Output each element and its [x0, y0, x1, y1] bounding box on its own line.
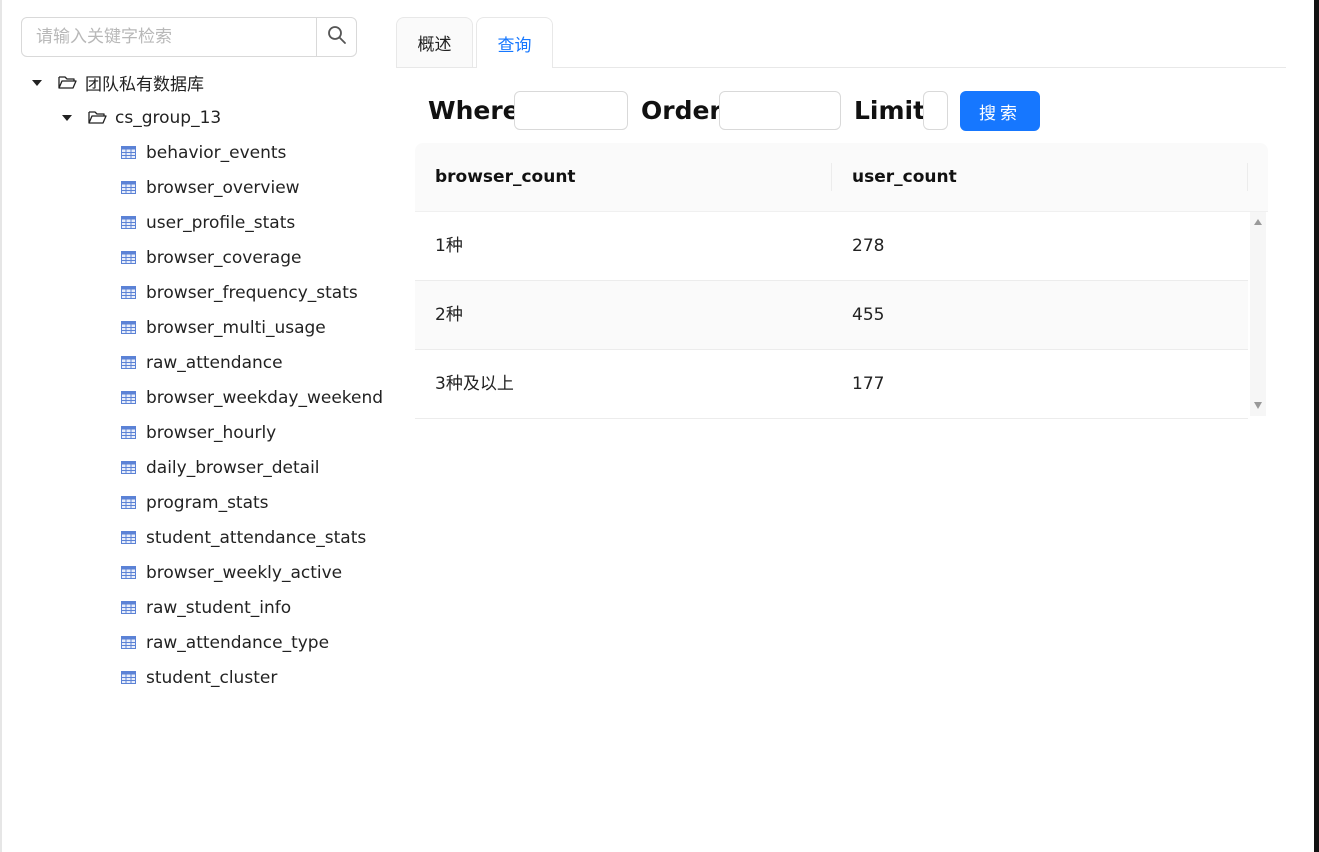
where-input[interactable]: [514, 91, 628, 130]
tree-table-label: raw_attendance: [146, 352, 283, 373]
order-input[interactable]: [719, 91, 841, 130]
tree-table-label: browser_coverage: [146, 247, 302, 268]
table-cell: 1种: [435, 236, 463, 256]
tree-table-label: browser_weekday_weekend: [146, 387, 384, 408]
column-header[interactable]: user_count: [852, 143, 957, 211]
tree-node-label: cs_group_13: [115, 107, 222, 128]
table-icon: [121, 216, 136, 229]
limit-label: Limit: [854, 96, 926, 125]
tree-table-item[interactable]: raw_attendance_type: [121, 625, 329, 660]
tab-label: 概述: [417, 35, 452, 55]
table-icon: [121, 531, 136, 544]
table-cell: 177: [852, 374, 885, 394]
table-icon: [121, 286, 136, 299]
tree-table-label: browser_frequency_stats: [146, 282, 358, 303]
table-icon: [121, 321, 136, 334]
table-row[interactable]: 3种及以上 177: [415, 350, 1248, 419]
tree-table-label: raw_attendance_type: [146, 632, 330, 653]
limit-input[interactable]: [923, 91, 948, 130]
column-header[interactable]: browser_count: [435, 143, 576, 211]
table-cell: 455: [852, 305, 885, 325]
tree-node-group[interactable]: cs_group_13: [62, 100, 221, 135]
tree-table-item[interactable]: raw_student_info: [121, 590, 291, 625]
tree-table-label: student_attendance_stats: [146, 527, 367, 548]
table-row[interactable]: 1种 278: [415, 212, 1248, 281]
tree-node-root[interactable]: 团队私有数据库: [32, 65, 204, 100]
table-icon: [121, 496, 136, 509]
table-header: browser_count user_count: [415, 143, 1268, 212]
scroll-down-arrow-icon: [1254, 402, 1262, 409]
tree-table-item[interactable]: browser_multi_usage: [121, 310, 326, 345]
tab-label: 查询: [497, 35, 532, 56]
table-icon: [121, 181, 136, 194]
tree-table-item[interactable]: behavior_events: [121, 135, 286, 170]
table-icon: [121, 601, 136, 614]
tree-table-label: browser_overview: [146, 177, 300, 198]
tree-table-item[interactable]: browser_frequency_stats: [121, 275, 358, 310]
tree-node-label: 团队私有数据库: [85, 75, 204, 95]
tree-table-item[interactable]: browser_hourly: [121, 415, 276, 450]
table-cell: 278: [852, 236, 885, 256]
tree-table-label: student_cluster: [146, 667, 278, 688]
tree-table-item[interactable]: student_attendance_stats: [121, 520, 366, 555]
tree-table-item[interactable]: browser_weekly_active: [121, 555, 342, 590]
table-icon: [121, 391, 136, 404]
scroll-up-arrow-icon: [1254, 219, 1262, 225]
table-icon: [121, 671, 136, 684]
table-cell: 3种及以上: [435, 374, 514, 394]
folder-open-icon: [88, 110, 107, 125]
table-row[interactable]: 2种 455: [415, 281, 1248, 350]
order-label: Order: [641, 96, 722, 125]
table-scrollbar[interactable]: [1250, 212, 1266, 416]
where-label: Where: [428, 96, 520, 125]
search-button[interactable]: [316, 18, 356, 56]
tree-table-label: browser_hourly: [146, 422, 277, 443]
table-icon: [121, 461, 136, 474]
left-border: [0, 0, 2, 852]
search-submit-button[interactable]: 搜索: [960, 91, 1040, 131]
tree-table-label: program_stats: [146, 492, 269, 513]
tree-table-item[interactable]: browser_weekday_weekend: [121, 380, 383, 415]
table-icon: [121, 146, 136, 159]
tab-overview[interactable]: 概述: [396, 17, 473, 67]
caret-down-icon[interactable]: [32, 79, 42, 86]
tree-table-label: raw_student_info: [146, 597, 292, 618]
table-icon: [121, 636, 136, 649]
folder-open-icon: [58, 75, 77, 90]
tree-table-label: daily_browser_detail: [146, 457, 320, 478]
column-divider: [831, 163, 832, 191]
tree-table-item[interactable]: student_cluster: [121, 660, 277, 695]
tab-bar: 概述 查询: [396, 17, 1286, 68]
caret-down-icon[interactable]: [62, 114, 72, 121]
table-icon: [121, 251, 136, 264]
search-input[interactable]: [22, 18, 316, 56]
tab-query[interactable]: 查询: [476, 17, 553, 68]
tree-table-item[interactable]: daily_browser_detail: [121, 450, 320, 485]
table-icon: [121, 356, 136, 369]
table-icon: [121, 566, 136, 579]
tree-table-label: browser_weekly_active: [146, 562, 343, 583]
tree-search: [21, 17, 357, 57]
tree-table-item[interactable]: program_stats: [121, 485, 269, 520]
table-icon: [121, 426, 136, 439]
tree-table-item[interactable]: user_profile_stats: [121, 205, 295, 240]
tree-table-item[interactable]: browser_coverage: [121, 240, 301, 275]
tree-table-item[interactable]: raw_attendance: [121, 345, 283, 380]
search-icon: [327, 25, 347, 49]
column-divider: [1247, 163, 1248, 191]
tree-table-item[interactable]: browser_overview: [121, 170, 300, 205]
table-cell: 2种: [435, 305, 463, 325]
window-edge: [1314, 0, 1319, 852]
tree-table-label: browser_multi_usage: [146, 317, 326, 338]
tree-table-label: user_profile_stats: [146, 212, 296, 233]
tree-table-label: behavior_events: [146, 142, 287, 163]
